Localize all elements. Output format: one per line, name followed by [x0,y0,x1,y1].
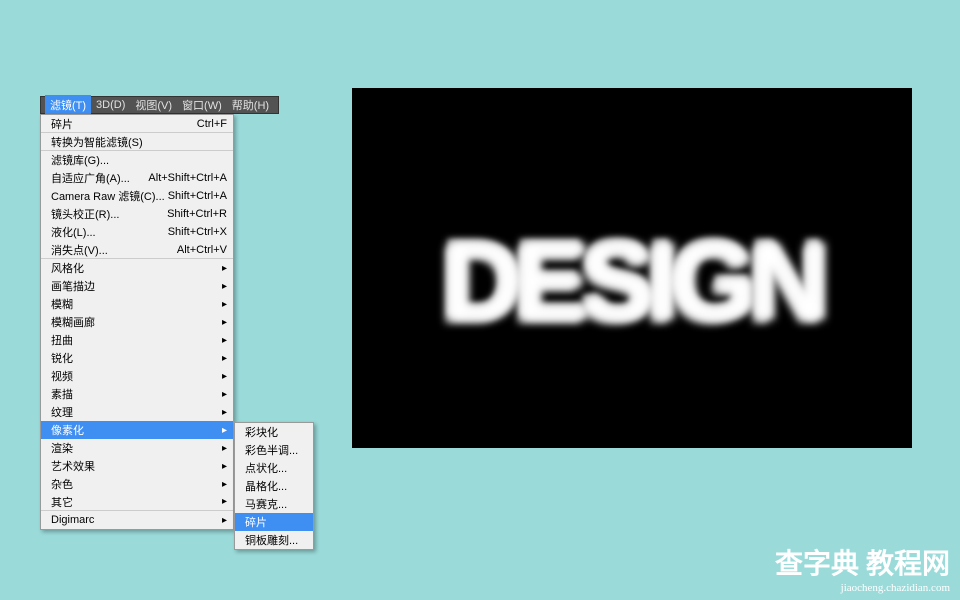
menu-liquify[interactable]: 液化(L)... Shift+Ctrl+X [41,223,233,241]
chevron-right-icon: ▸ [222,371,227,382]
submenu-color-halftone[interactable]: 彩色半调... [235,441,313,459]
menu-sketch[interactable]: 素描 ▸ [41,385,233,403]
menubar-item-filter[interactable]: 滤镜(T) [45,95,91,115]
chevron-right-icon: ▸ [222,496,227,507]
menu-other[interactable]: 其它 ▸ [41,493,233,511]
menu-stylize[interactable]: 风格化 ▸ [41,259,233,277]
menu-blur-gallery[interactable]: 模糊画廊 ▸ [41,313,233,331]
menu-brush-strokes[interactable]: 画笔描边 ▸ [41,277,233,295]
menu-render[interactable]: 渲染 ▸ [41,439,233,457]
menu-vanishing-point[interactable]: 消失点(V)... Alt+Ctrl+V [41,241,233,259]
chevron-right-icon: ▸ [222,317,227,328]
chevron-right-icon: ▸ [222,425,227,436]
submenu-mezzotint[interactable]: 铜板雕刻... [235,531,313,549]
chevron-right-icon: ▸ [222,389,227,400]
chevron-right-icon: ▸ [222,335,227,346]
watermark-brand: 查字典 教程网 [775,542,950,582]
submenu-crystallize[interactable]: 晶格化... [235,477,313,495]
menu-camera-raw-filter[interactable]: Camera Raw 滤镜(C)... Shift+Ctrl+A [41,187,233,205]
chevron-right-icon: ▸ [222,461,227,472]
chevron-right-icon: ▸ [222,443,227,454]
chevron-right-icon: ▸ [222,407,227,418]
document-canvas: DESIGN DESIGN DESIGN DESIGN [352,88,912,448]
filter-menu: 碎片 Ctrl+F 转换为智能滤镜(S) 滤镜库(G)... 自适应广角(A).… [40,114,234,530]
submenu-mosaic[interactable]: 马赛克... [235,495,313,513]
menu-filter-gallery[interactable]: 滤镜库(G)... [41,151,233,169]
watermark-url: jiaocheng.chazidian.com [775,582,950,594]
chevron-right-icon: ▸ [222,263,227,274]
menubar-item-help[interactable]: 帮助(H) [227,95,274,115]
menu-texture[interactable]: 纹理 ▸ [41,403,233,421]
chevron-right-icon: ▸ [222,281,227,292]
chevron-right-icon: ▸ [222,515,227,526]
menu-distort[interactable]: 扭曲 ▸ [41,331,233,349]
canvas-text-layer: DESIGN [352,214,910,341]
menu-pixelate[interactable]: 像素化 ▸ [41,421,233,439]
menu-digimarc[interactable]: Digimarc ▸ [41,511,233,529]
menubar-item-window[interactable]: 窗口(W) [177,95,227,115]
submenu-facet[interactable]: 彩块化 [235,423,313,441]
menubar: 滤镜(T) 3D(D) 视图(V) 窗口(W) 帮助(H) [40,96,279,114]
chevron-right-icon: ▸ [222,299,227,310]
menu-video[interactable]: 视频 ▸ [41,367,233,385]
submenu-pointillize[interactable]: 点状化... [235,459,313,477]
menubar-item-3d[interactable]: 3D(D) [91,97,130,113]
menubar-item-view[interactable]: 视图(V) [130,95,177,115]
menu-convert-smart-filters[interactable]: 转换为智能滤镜(S) [41,133,233,151]
menu-adaptive-wide-angle[interactable]: 自适应广角(A)... Alt+Shift+Ctrl+A [41,169,233,187]
menu-noise[interactable]: 杂色 ▸ [41,475,233,493]
submenu-fragment[interactable]: 碎片 [235,513,313,531]
menu-sharpen[interactable]: 锐化 ▸ [41,349,233,367]
pixelate-submenu: 彩块化 彩色半调... 点状化... 晶格化... 马赛克... 碎片 铜板雕刻… [234,422,314,550]
menu-artistic[interactable]: 艺术效果 ▸ [41,457,233,475]
chevron-right-icon: ▸ [222,479,227,490]
watermark: 查字典 教程网 jiaocheng.chazidian.com [775,542,950,594]
menu-last-filter[interactable]: 碎片 Ctrl+F [41,115,233,133]
menu-blur[interactable]: 模糊 ▸ [41,295,233,313]
chevron-right-icon: ▸ [222,353,227,364]
menu-lens-correction[interactable]: 镜头校正(R)... Shift+Ctrl+R [41,205,233,223]
